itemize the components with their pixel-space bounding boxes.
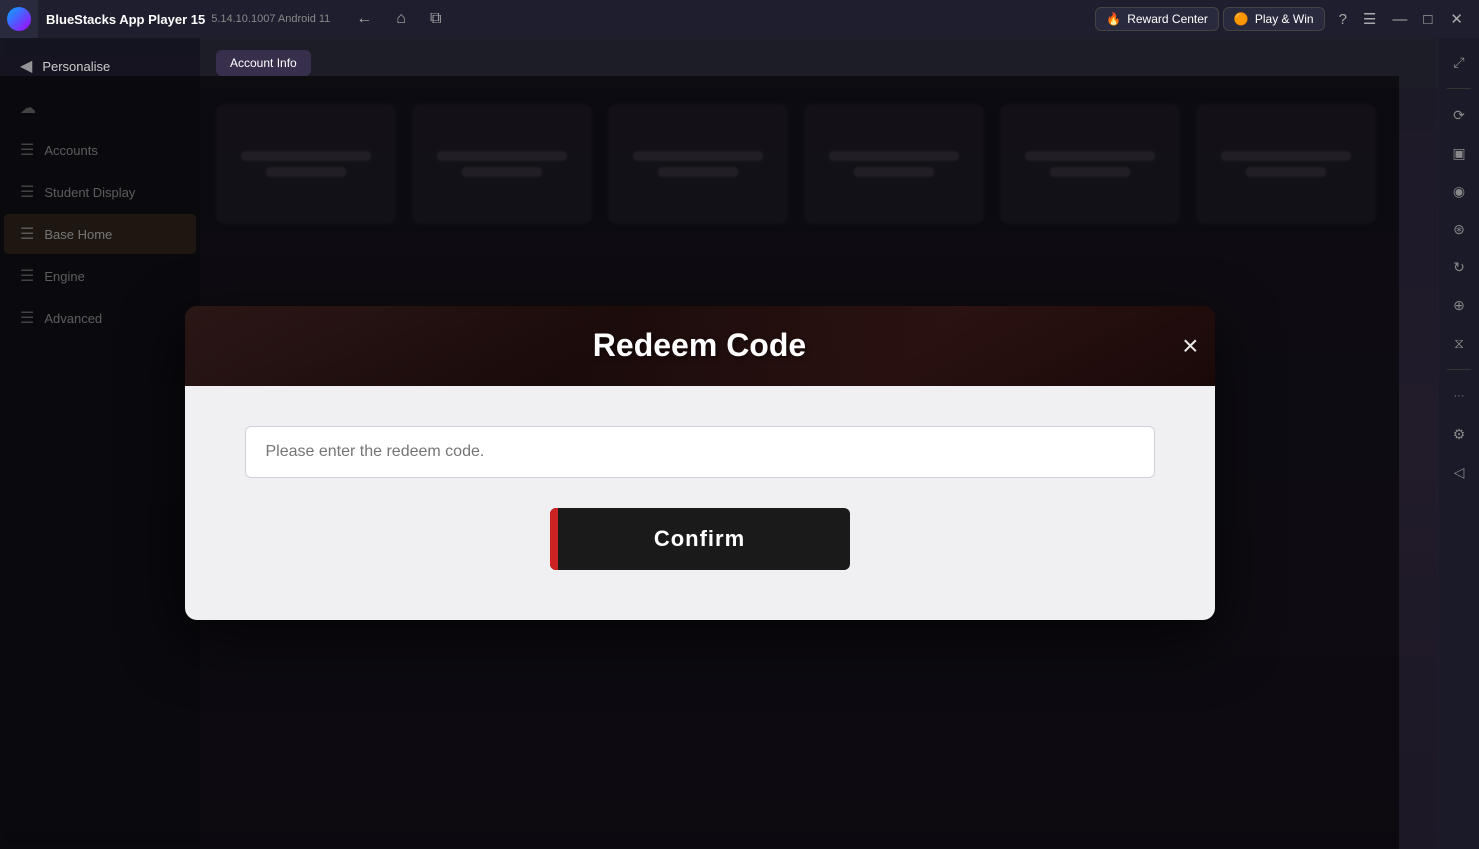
app-name: BlueStacks App Player 15 [46, 12, 205, 27]
sidebar-screenshot-button[interactable]: ▣ [1443, 137, 1475, 169]
record-icon: ◉ [1453, 183, 1465, 200]
redeem-input-wrap [245, 426, 1155, 478]
sidebar-divider-2 [1447, 369, 1471, 370]
sidebar-settings-button[interactable]: ⚙ [1443, 418, 1475, 450]
reward-center-button[interactable]: 🔥 Reward Center [1095, 7, 1219, 31]
zoom-icon: ⊕ [1453, 297, 1465, 314]
sidebar-more-button[interactable]: ··· [1443, 380, 1475, 412]
screenshot-icon: ▣ [1452, 145, 1465, 162]
confirm-button-accent [550, 508, 558, 570]
play-icon: 🟠 [1234, 12, 1249, 26]
sidebar-item-personalise-label: Personalise [42, 59, 110, 74]
sidebar-rotate-button[interactable]: ↻ [1443, 251, 1475, 283]
redeem-code-input[interactable] [245, 426, 1155, 478]
tabs-button[interactable]: ⧉ [424, 6, 447, 32]
confirm-button[interactable]: Confirm [550, 508, 850, 570]
menu-button[interactable]: ☰ [1357, 6, 1382, 32]
more-icon: ··· [1454, 390, 1465, 402]
right-sidebar: ⤢ ⟳ ▣ ◉ ⊛ ↻ ⊕ ⧖ ··· ⚙ ◁ [1439, 38, 1479, 849]
collapse-icon: ◁ [1454, 464, 1465, 481]
tab-account-info[interactable]: Account Info [216, 50, 311, 76]
modal-close-button[interactable]: × [1182, 332, 1198, 360]
confirm-button-label: Confirm [654, 526, 745, 552]
sync-icon: ⟳ [1453, 107, 1465, 124]
nav-controls: ← ⌂ ⧉ [350, 6, 447, 32]
maximize-button[interactable]: □ [1417, 7, 1438, 32]
sidebar-fps-button[interactable]: ⊛ [1443, 213, 1475, 245]
app-logo [0, 0, 38, 38]
macro-icon: ⧖ [1454, 335, 1464, 352]
play-win-label: Play & Win [1255, 12, 1314, 26]
sidebar-expand-button[interactable]: ⤢ [1443, 46, 1475, 78]
sidebar-sync-button[interactable]: ⟳ [1443, 99, 1475, 131]
sidebar-record-button[interactable]: ◉ [1443, 175, 1475, 207]
help-button[interactable]: ? [1333, 7, 1353, 32]
close-button[interactable]: ✕ [1442, 6, 1471, 32]
modal-body: Confirm [185, 386, 1215, 620]
back-button[interactable]: ← [350, 6, 378, 32]
sidebar-collapse-button[interactable]: ◁ [1443, 456, 1475, 488]
main-content: ◀ Personalise ☁ ☰ Accounts ☰ Student Dis… [0, 38, 1439, 849]
modal-header: Redeem Code × [185, 306, 1215, 386]
tab-account-info-label: Account Info [230, 56, 297, 70]
titlebar-right: 🔥 Reward Center 🟠 Play & Win ? ☰ — □ ✕ [1095, 6, 1479, 32]
home-button[interactable]: ⌂ [390, 6, 412, 32]
expand-icon: ⤢ [1453, 54, 1464, 71]
personalise-icon: ◀ [20, 56, 32, 76]
sidebar-zoom-button[interactable]: ⊕ [1443, 289, 1475, 321]
rotate-icon: ↻ [1453, 259, 1465, 276]
modal-title: Redeem Code [593, 327, 806, 364]
settings-icon: ⚙ [1453, 426, 1466, 443]
reward-icon: 🔥 [1106, 12, 1121, 26]
modal-overlay[interactable]: Redeem Code × Confirm [0, 76, 1399, 849]
titlebar: BlueStacks App Player 15 5.14.10.1007 An… [0, 0, 1479, 38]
sidebar-macro-button[interactable]: ⧖ [1443, 327, 1475, 359]
logo-icon [7, 7, 31, 31]
play-win-button[interactable]: 🟠 Play & Win [1223, 7, 1325, 31]
fps-icon: ⊛ [1453, 221, 1465, 238]
redeem-code-modal: Redeem Code × Confirm [185, 306, 1215, 620]
minimize-button[interactable]: — [1386, 7, 1413, 32]
sidebar-divider-1 [1447, 88, 1471, 89]
reward-center-label: Reward Center [1127, 12, 1208, 26]
app-version: 5.14.10.1007 Android 11 [211, 13, 330, 25]
